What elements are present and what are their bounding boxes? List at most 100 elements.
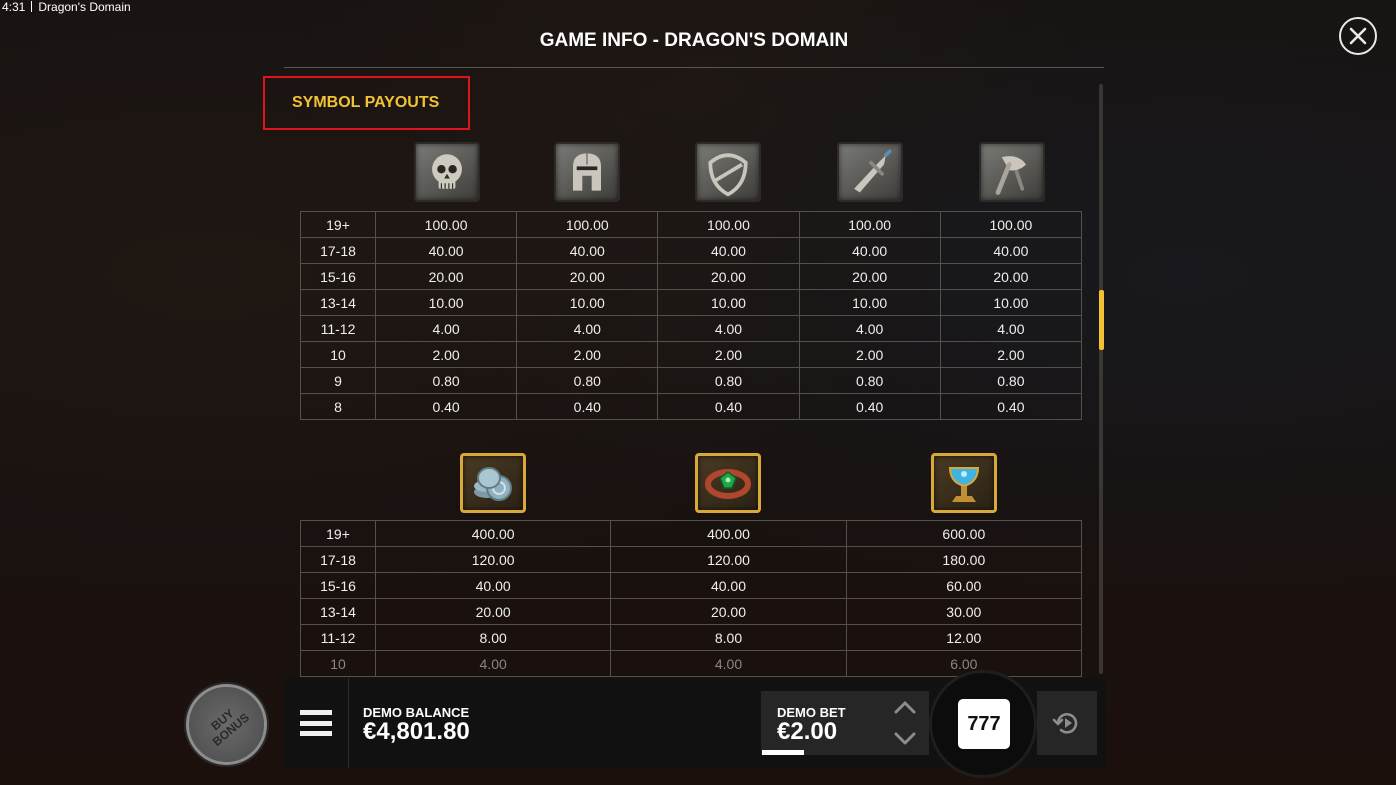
payout-cell: 0.40 (939, 393, 1083, 420)
autoplay-icon (1052, 713, 1078, 734)
helmet-icon (573, 153, 601, 191)
row-label: 10 (300, 341, 376, 368)
payout-cell: 4.00 (374, 315, 518, 342)
payout-cell: 10.00 (374, 289, 518, 316)
sword-icon (854, 149, 892, 193)
payout-cell: 2.00 (516, 341, 659, 368)
coins-icon (474, 467, 512, 501)
payout-cell: 0.80 (657, 367, 800, 394)
row-label: 15-16 (300, 572, 376, 599)
bet-increase-button[interactable] (893, 699, 917, 715)
shield-icon (708, 153, 748, 197)
payout-cell: 2.00 (374, 341, 518, 368)
title-separator (31, 1, 33, 12)
chalice-icon (948, 467, 980, 502)
table-row: 10 2.00 2.00 2.00 2.00 2.00 (300, 341, 1083, 368)
symbol-sword (837, 142, 903, 202)
table-row: 17-18 120.00 120.00 180.00 (300, 546, 1083, 573)
table-row: 9 0.80 0.80 0.80 0.80 0.80 (300, 367, 1083, 394)
window-title-bar: 4:31 Dragon's Domain (2, 0, 131, 14)
symbol-chalice (931, 453, 997, 513)
table-row: 17-18 40.00 40.00 40.00 40.00 40.00 (300, 237, 1083, 264)
payout-cell: 20.00 (610, 598, 847, 625)
payout-cell: 20.00 (939, 263, 1083, 290)
buy-bonus-button[interactable]: BUY BONUS (186, 684, 267, 765)
payout-cell: 120.00 (374, 546, 612, 573)
table-row: 15-16 40.00 40.00 60.00 (300, 572, 1083, 599)
payout-cell: 0.80 (374, 367, 518, 394)
table-row: 11-12 8.00 8.00 12.00 (300, 624, 1083, 651)
bet-value: €2.00 (777, 718, 838, 745)
skull-icon (432, 154, 462, 189)
row-label: 19+ (300, 520, 376, 547)
symbol-axe (979, 142, 1045, 202)
payout-cell: 40.00 (374, 572, 612, 599)
clock-text: 4:31 (2, 0, 26, 14)
scrollbar-track[interactable] (1099, 84, 1103, 674)
spin-button[interactable]: 777 (958, 699, 1010, 749)
payout-cell: 0.80 (939, 367, 1083, 394)
row-label: 19+ (300, 211, 376, 238)
payout-cell: 400.00 (374, 520, 612, 547)
payout-cell: 2.00 (939, 341, 1083, 368)
table-row: 19+ 400.00 400.00 600.00 (300, 520, 1083, 547)
payout-cell: 40.00 (516, 237, 659, 264)
table-row: 13-14 10.00 10.00 10.00 10.00 10.00 (300, 289, 1083, 316)
symbol-skull (414, 142, 480, 202)
bet-decrease-button[interactable] (893, 731, 917, 747)
payout-cell: 2.00 (657, 341, 800, 368)
payout-table-1: 19+ 100.00 100.00 100.00 100.00 100.00 1… (300, 211, 1083, 420)
payout-cell: 4.00 (657, 315, 800, 342)
payout-cell: 2.00 (798, 341, 941, 368)
table-row: 8 0.40 0.40 0.40 0.40 0.40 (300, 393, 1083, 420)
payout-table-2: 19+ 400.00 400.00 600.00 17-18 120.00 12… (300, 520, 1083, 677)
payout-cell: 40.00 (798, 237, 941, 264)
emerald-ring-icon (705, 469, 751, 499)
payout-cell: 30.00 (845, 598, 1083, 625)
payout-cell: 0.40 (516, 393, 659, 420)
row-label: 9 (300, 367, 376, 394)
payout-cell: 4.00 (516, 315, 659, 342)
axe-icon (995, 156, 1026, 195)
close-button[interactable] (1339, 17, 1377, 55)
payout-cell: 180.00 (845, 546, 1083, 573)
row-label: 17-18 (300, 546, 376, 573)
payout-cell: 10.00 (657, 289, 800, 316)
payout-cell: 60.00 (845, 572, 1083, 599)
payout-cell: 12.00 (845, 624, 1083, 651)
payout-cell: 0.80 (516, 367, 659, 394)
payout-cell: 8.00 (610, 624, 847, 651)
payout-cell: 100.00 (516, 211, 659, 238)
payout-cell: 40.00 (657, 237, 800, 264)
payout-cell: 10.00 (939, 289, 1083, 316)
row-label: 13-14 (300, 598, 376, 625)
payout-cell: 4.00 (798, 315, 941, 342)
row-label: 11-12 (300, 315, 376, 342)
table-row: 15-16 20.00 20.00 20.00 20.00 20.00 (300, 263, 1083, 290)
table-row: 19+ 100.00 100.00 100.00 100.00 100.00 (300, 211, 1083, 238)
payout-cell: 0.80 (798, 367, 941, 394)
payout-cell: 0.40 (798, 393, 941, 420)
payout-cell: 40.00 (610, 572, 847, 599)
payout-cell: 10.00 (798, 289, 941, 316)
buy-bonus-label: BUY BONUS (207, 705, 252, 749)
menu-button[interactable] (284, 678, 349, 768)
payout-cell: 20.00 (798, 263, 941, 290)
payout-cell: 20.00 (374, 598, 612, 625)
autoplay-button[interactable] (1037, 691, 1097, 755)
payout-cell: 20.00 (374, 263, 518, 290)
row-label: 15-16 (300, 263, 376, 290)
payout-cell: 400.00 (610, 520, 847, 547)
scrollbar-thumb[interactable] (1099, 290, 1104, 350)
payout-cell: 0.40 (657, 393, 800, 420)
payout-cell: 100.00 (374, 211, 518, 238)
payout-cell: 4.00 (610, 650, 847, 677)
payout-cell: 120.00 (610, 546, 847, 573)
hamburger-icon (300, 710, 332, 736)
payout-cell: 0.40 (374, 393, 518, 420)
symbol-emerald-ring (695, 453, 761, 513)
table-row: 13-14 20.00 20.00 30.00 (300, 598, 1083, 625)
row-label: 17-18 (300, 237, 376, 264)
table-row: 11-12 4.00 4.00 4.00 4.00 4.00 (300, 315, 1083, 342)
payout-cell: 8.00 (374, 624, 612, 651)
